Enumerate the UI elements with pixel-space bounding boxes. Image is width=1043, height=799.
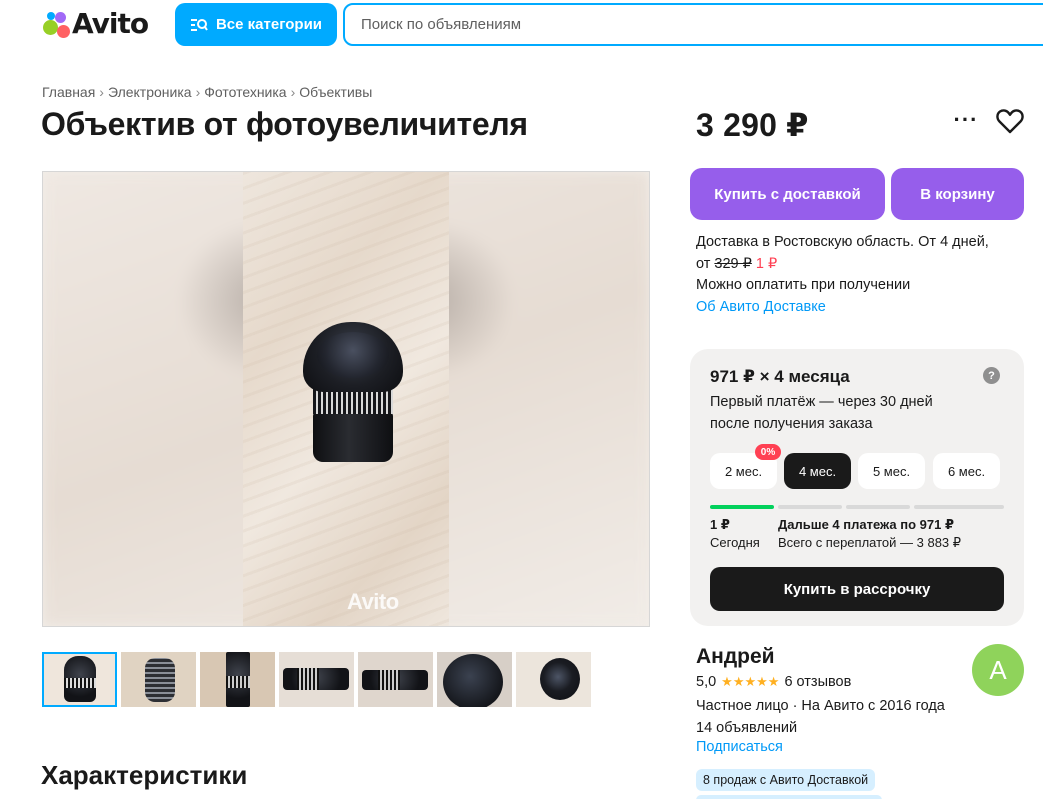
main-photo[interactable]: Avito — [42, 171, 650, 627]
photo — [243, 172, 449, 626]
categories-search-icon — [190, 18, 208, 31]
reviews-link[interactable]: 6 отзывов — [784, 674, 851, 690]
search-box[interactable] — [343, 3, 1043, 46]
thumbnail[interactable] — [516, 652, 591, 707]
seller-rating: 5,0 ★★★★★ 6 отзывов — [696, 674, 851, 690]
installment-description: Первый платёж — через 30 дней после полу… — [710, 394, 933, 432]
thumbnail[interactable] — [121, 652, 196, 707]
payment-progress-segment — [778, 505, 842, 509]
subscribe-link[interactable]: Подписаться — [696, 739, 783, 755]
rating-value: 5,0 — [696, 674, 717, 690]
seller-info: Частное лицо · На Авито с 2016 года 14 о… — [696, 695, 945, 739]
thumbnail[interactable] — [437, 652, 512, 707]
delivery-price-line: от 329 ₽ 1 ₽ — [696, 254, 1036, 276]
delivery-old-price: 329 ₽ — [714, 255, 752, 272]
buy-installment-button[interactable]: Купить в рассрочку — [710, 567, 1004, 611]
help-icon[interactable]: ? — [983, 367, 1000, 384]
logo-dots-icon — [41, 8, 73, 38]
breadcrumb-item-electronics[interactable]: Электроника — [108, 84, 192, 100]
price: 3 290 ₽ — [696, 107, 809, 143]
delivery-info: Доставка в Ростовскую область. От 4 дней… — [696, 232, 1036, 318]
delivery-about-link[interactable]: Об Авито Доставке — [696, 297, 1036, 319]
favorite-heart-icon[interactable] — [995, 106, 1025, 136]
delivery-new-price: 1 ₽ — [755, 255, 778, 272]
today-label: Сегодня — [710, 535, 760, 550]
thumbnail[interactable] — [200, 652, 275, 707]
payment-progress-segment — [952, 505, 1004, 509]
breadcrumb-separator: › — [290, 84, 296, 100]
add-to-cart-button[interactable]: В корзину — [891, 168, 1024, 220]
pay-on-receipt: Можно оплатить при получении — [696, 277, 911, 293]
buy-with-delivery-button[interactable]: Купить с доставкой — [690, 168, 885, 220]
thumbnail-strip — [42, 652, 591, 707]
seller-name[interactable]: Андрей — [696, 645, 775, 669]
logo-text: Avito — [72, 6, 149, 40]
term-option-5[interactable]: 5 мес. — [858, 453, 925, 489]
secondary-badge — [696, 795, 882, 799]
avatar[interactable]: А — [972, 644, 1024, 696]
breadcrumb-item-lenses[interactable]: Объективы — [299, 84, 372, 100]
next-payments: Дальше 4 платежа по 971 ₽ — [778, 517, 954, 532]
avito-logo[interactable]: Avito — [41, 6, 149, 40]
thumbnail[interactable] — [358, 652, 433, 707]
breadcrumb-item-home[interactable]: Главная — [42, 84, 95, 100]
total-with-overpayment: Всего с переплатой — 3 883 ₽ — [778, 535, 962, 550]
installment-card: 971 ₽ × 4 месяца ? Первый платёж — через… — [690, 349, 1024, 626]
term-option-6[interactable]: 6 мес. — [933, 453, 1000, 489]
delivery-line: Доставка в Ростовскую область. От 4 дней… — [696, 234, 989, 250]
page: Avito Все категории Главная › Электроник… — [0, 0, 1043, 799]
installment-title: 971 ₽ × 4 месяца — [710, 367, 850, 386]
breadcrumb-separator: › — [195, 84, 201, 100]
photo-watermark: Avito — [347, 589, 399, 614]
today-amount: 1 ₽ — [710, 517, 730, 532]
search-input[interactable] — [361, 16, 961, 33]
all-categories-button[interactable]: Все категории — [175, 3, 337, 46]
lens-image — [303, 322, 403, 472]
page-title: Объектив от фотоувеличителя — [41, 106, 528, 142]
zero-percent-badge: 0% — [755, 444, 781, 460]
seller-type: Частное лицо · На Авито с 2016 года — [696, 698, 945, 714]
payment-progress-segment — [710, 505, 774, 509]
more-options-icon[interactable]: ··· — [952, 106, 980, 134]
breadcrumb-item-photo[interactable]: Фототехника — [204, 84, 286, 100]
breadcrumb: Главная › Электроника › Фототехника › Об… — [42, 84, 372, 100]
seller-listings[interactable]: 14 объявлений — [696, 717, 945, 739]
breadcrumb-separator: › — [99, 84, 104, 100]
delivery-from: от — [696, 255, 711, 272]
rating-stars-icon: ★★★★★ — [721, 674, 780, 689]
all-categories-label: Все категории — [215, 16, 323, 33]
sales-badge: 8 продаж с Авито Доставкой — [696, 769, 876, 791]
payment-progress-segment — [846, 505, 910, 509]
term-option-4[interactable]: 4 мес. — [784, 453, 851, 489]
thumbnail[interactable] — [279, 652, 354, 707]
characteristics-heading: Характеристики — [41, 760, 248, 790]
thumbnail[interactable] — [42, 652, 117, 707]
